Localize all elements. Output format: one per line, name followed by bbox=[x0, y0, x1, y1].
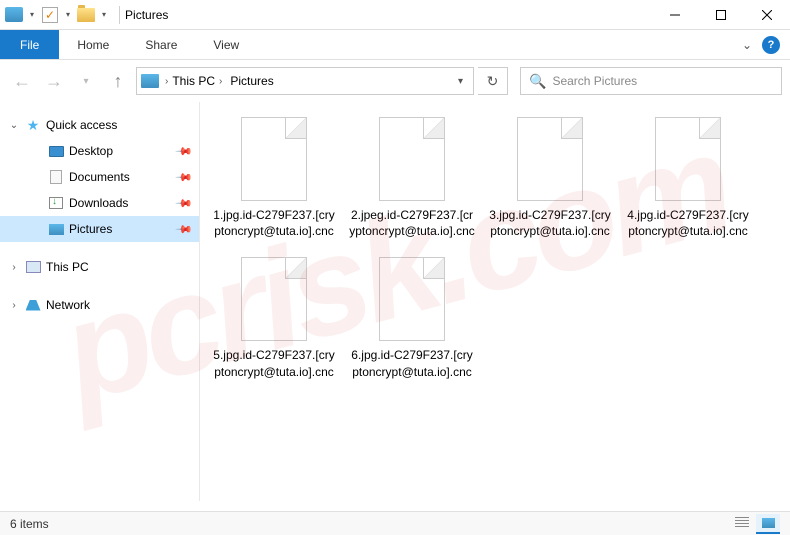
main-area: ⌄ ★ Quick access Desktop📌Documents📌Downl… bbox=[0, 102, 790, 501]
sidebar-item-desktop[interactable]: Desktop📌 bbox=[0, 138, 199, 164]
file-icon bbox=[517, 117, 583, 201]
file-name: 1.jpg.id-C279F237.[cryptoncrypt@tuta.io]… bbox=[210, 207, 338, 239]
file-item[interactable]: 6.jpg.id-C279F237.[cryptoncrypt@tuta.io]… bbox=[348, 257, 476, 379]
file-icon bbox=[379, 257, 445, 341]
qat-dropdown-icon-2[interactable]: ▾ bbox=[62, 10, 74, 19]
refresh-button[interactable]: ↻ bbox=[478, 67, 508, 95]
file-grid[interactable]: 1.jpg.id-C279F237.[cryptoncrypt@tuta.io]… bbox=[200, 102, 790, 501]
breadcrumb-segment[interactable]: Pictures bbox=[226, 74, 277, 88]
item-count: 6 items bbox=[10, 517, 49, 531]
details-view-button[interactable] bbox=[730, 514, 754, 534]
sidebar-item-label: Network bbox=[46, 298, 191, 312]
file-name: 5.jpg.id-C279F237.[cryptoncrypt@tuta.io]… bbox=[210, 347, 338, 379]
titlebar: ▾ ✓ ▾ ▾ Pictures bbox=[0, 0, 790, 30]
file-item[interactable]: 2.jpeg.id-C279F237.[cryptoncrypt@tuta.io… bbox=[348, 117, 476, 239]
file-icon bbox=[655, 117, 721, 201]
tab-share[interactable]: Share bbox=[127, 30, 195, 59]
properties-icon[interactable]: ✓ bbox=[40, 5, 60, 25]
up-button[interactable]: ↑ bbox=[104, 67, 132, 95]
sidebar-item-label: Documents bbox=[69, 170, 172, 184]
thumbnails-icon bbox=[762, 518, 775, 528]
sidebar-item-quick-access[interactable]: ⌄ ★ Quick access bbox=[0, 112, 199, 138]
breadcrumb-label: Pictures bbox=[230, 74, 273, 88]
file-item[interactable]: 1.jpg.id-C279F237.[cryptoncrypt@tuta.io]… bbox=[210, 117, 338, 239]
sidebar-item-downloads[interactable]: Downloads📌 bbox=[0, 190, 199, 216]
file-item[interactable]: 5.jpg.id-C279F237.[cryptoncrypt@tuta.io]… bbox=[210, 257, 338, 379]
sidebar-item-documents[interactable]: Documents📌 bbox=[0, 164, 199, 190]
breadcrumb-label: This PC bbox=[172, 74, 215, 88]
maximize-button[interactable] bbox=[698, 0, 744, 30]
sidebar-item-this-pc[interactable]: › This PC bbox=[0, 254, 199, 280]
file-name: 3.jpg.id-C279F237.[cryptoncrypt@tuta.io]… bbox=[486, 207, 614, 239]
doc-icon bbox=[48, 169, 64, 185]
sidebar-item-label: This PC bbox=[46, 260, 191, 274]
file-name: 2.jpeg.id-C279F237.[cryptoncrypt@tuta.io… bbox=[348, 207, 476, 239]
recent-dropdown-icon[interactable]: ▾ bbox=[72, 67, 100, 95]
navigation-pane: ⌄ ★ Quick access Desktop📌Documents📌Downl… bbox=[0, 102, 200, 501]
sidebar-item-label: Quick access bbox=[46, 118, 191, 132]
back-button[interactable]: ← bbox=[8, 67, 36, 95]
pin-icon: 📌 bbox=[175, 194, 194, 213]
chevron-right-icon[interactable]: › bbox=[8, 300, 20, 311]
details-icon bbox=[735, 517, 749, 529]
qat-dropdown-icon[interactable]: ▾ bbox=[26, 10, 38, 19]
pin-icon: 📌 bbox=[175, 142, 194, 161]
breadcrumb-segment[interactable]: This PC › bbox=[168, 74, 226, 88]
file-item[interactable]: 3.jpg.id-C279F237.[cryptoncrypt@tuta.io]… bbox=[486, 117, 614, 239]
file-name: 4.jpg.id-C279F237.[cryptoncrypt@tuta.io]… bbox=[624, 207, 752, 239]
network-icon bbox=[25, 297, 41, 313]
ribbon-tabs: File Home Share View ⌄ ? bbox=[0, 30, 790, 60]
sidebar-item-label: Pictures bbox=[69, 222, 172, 236]
folder-icon[interactable] bbox=[76, 5, 96, 25]
address-dropdown-icon[interactable]: ▾ bbox=[452, 76, 469, 87]
pin-icon: 📌 bbox=[175, 168, 194, 187]
quick-access-toolbar: ▾ ✓ ▾ ▾ bbox=[0, 5, 114, 25]
pin-icon: 📌 bbox=[175, 220, 194, 239]
file-tab[interactable]: File bbox=[0, 30, 59, 59]
tab-home[interactable]: Home bbox=[59, 30, 127, 59]
pictures-location-icon bbox=[141, 74, 159, 88]
forward-button[interactable]: → bbox=[40, 67, 68, 95]
close-button[interactable] bbox=[744, 0, 790, 30]
sidebar-item-network[interactable]: › Network bbox=[0, 292, 199, 318]
status-bar: 6 items bbox=[0, 511, 790, 535]
file-name: 6.jpg.id-C279F237.[cryptoncrypt@tuta.io]… bbox=[348, 347, 476, 379]
search-input[interactable]: 🔍 Search Pictures bbox=[520, 67, 782, 95]
chevron-right-icon[interactable]: › bbox=[219, 76, 222, 87]
tab-view[interactable]: View bbox=[195, 30, 257, 59]
search-icon: 🔍 bbox=[529, 73, 546, 90]
window-title: Pictures bbox=[125, 8, 168, 22]
pc-icon bbox=[25, 259, 41, 275]
minimize-button[interactable] bbox=[652, 0, 698, 30]
search-placeholder: Search Pictures bbox=[552, 74, 637, 88]
pic-icon bbox=[48, 221, 64, 237]
help-icon[interactable]: ? bbox=[762, 36, 780, 54]
chevron-down-icon[interactable]: ⌄ bbox=[8, 120, 20, 131]
window-controls bbox=[652, 0, 790, 30]
downl-icon bbox=[48, 195, 64, 211]
navigation-bar: ← → ▾ ↑ › This PC › Pictures ▾ ↻ 🔍 Search… bbox=[0, 60, 790, 102]
sidebar-item-pictures[interactable]: Pictures📌 bbox=[0, 216, 199, 242]
file-item[interactable]: 4.jpg.id-C279F237.[cryptoncrypt@tuta.io]… bbox=[624, 117, 752, 239]
ribbon-expand-icon[interactable]: ⌄ bbox=[742, 38, 752, 52]
large-icons-view-button[interactable] bbox=[756, 514, 780, 534]
star-icon: ★ bbox=[25, 117, 41, 133]
breadcrumb[interactable]: › This PC › Pictures ▾ bbox=[136, 67, 474, 95]
qat-customize-icon[interactable]: ▾ bbox=[98, 10, 110, 19]
folder-app-icon bbox=[4, 5, 24, 25]
sidebar-item-label: Downloads bbox=[69, 196, 172, 210]
sidebar-item-label: Desktop bbox=[69, 144, 172, 158]
file-icon bbox=[241, 117, 307, 201]
monitor-icon bbox=[48, 143, 64, 159]
separator bbox=[119, 6, 120, 24]
chevron-right-icon[interactable]: › bbox=[8, 262, 20, 273]
file-icon bbox=[241, 257, 307, 341]
file-icon bbox=[379, 117, 445, 201]
